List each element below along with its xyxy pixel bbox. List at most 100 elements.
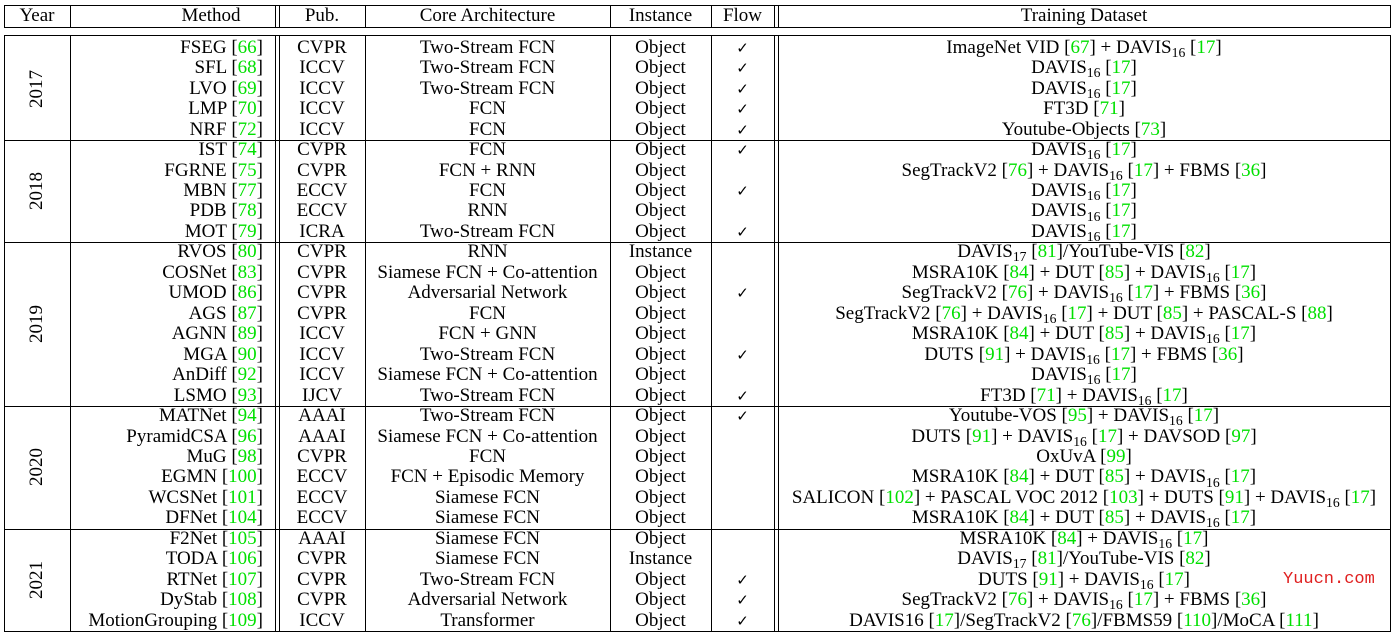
flow-checkmark-icon [711,365,774,385]
text-segment: ] + DAVIS [1057,568,1140,590]
venue-cell: CVPR [297,568,347,590]
citation-number: 106 [228,548,257,570]
text-segment: MSRA10K [ [911,466,1010,488]
text-segment: DAVIS [957,548,1013,570]
architecture-cell: FCN + GNN [438,323,537,345]
citation-number: 85 [1162,302,1182,324]
venue-cell: ECCV [296,180,348,202]
dataset-cell: MSRA10K [84] + DUT [85] + DAVIS16 [17] [778,507,1390,530]
text-segment: [ [1100,139,1112,161]
text-segment: LVO [ [189,77,238,99]
text-segment: WCSNet [ [148,486,229,508]
text-segment: DAVIS [1031,139,1087,161]
citation-number: 103 [1109,486,1138,508]
flow-checkmark-icon [711,427,774,447]
text-segment: ] [256,200,263,222]
venue-cell: ICCV [299,609,345,631]
flow-checkmark-icon: ✓ [736,345,749,364]
venue-cell: ICCV [299,118,345,140]
table-row: UMOD [86] CVPR Adversarial Network Object ✓ S… [0,282,1394,304]
citation-number: 83 [237,261,257,283]
architecture-cell: FCN + RNN [438,159,537,181]
vertical-rule [4,35,5,632]
text-segment: ] + PASCAL-S [ [1181,302,1308,324]
text-segment: ] [1212,405,1220,427]
citation-number: 36 [1218,343,1238,365]
text-segment: ] + DAVIS [1123,261,1207,283]
architecture-cell: Two-Stream FCN [419,384,556,406]
citation-number: 17 [1230,507,1250,529]
dataset-cell: OxUvA [99] [778,446,1390,467]
method-cell: MOT [79] [70,221,263,242]
architecture-cell: Adversarial Network [407,589,568,611]
text-segment: ] [256,425,263,447]
text-segment: ] [256,282,263,304]
text-segment: ] [1181,384,1188,406]
text-segment: ]/YouTube-VIS [ [1056,241,1186,263]
header-publication: Pub. [304,5,340,26]
vertical-rule [774,35,775,632]
vertical-rule [70,5,71,28]
instance-cell: Object [635,57,686,79]
method-cell: MotionGrouping [109] [70,609,263,631]
text-segment: DAVIS [1031,77,1087,99]
citation-number: 91 [1224,486,1244,508]
text-segment: [ [1219,507,1231,529]
text-segment: EGMN [ [161,466,229,488]
architecture-cell: Two-Stream FCN [419,77,556,99]
text-segment: ] + DAVIS [1089,36,1172,58]
vertical-rule [70,35,71,632]
text-segment: ] + FBMS [ [1152,589,1242,611]
citation-number: 71 [1036,384,1056,406]
table-row: SFL [68] ICCV Two-Stream FCN Object ✓ DAVIS16… [0,57,1394,79]
text-segment: ] [256,486,263,508]
text-segment: ] [1125,446,1132,467]
method-cell: TODA [106] [70,549,263,569]
vertical-rule [279,5,280,28]
text-segment: ] [256,36,263,58]
citation-number: 96 [237,425,257,447]
text-segment: ] + DAVIS [1026,159,1110,181]
architecture-cell: FCN [469,302,506,324]
venue-cell: ICCV [299,57,345,79]
citation-number: 69 [237,77,257,99]
architecture-cell: FCN [469,446,506,467]
citation-number: 82 [1185,241,1205,263]
method-cell: MBN [77] [70,180,263,201]
text-segment: ] [256,343,263,365]
text-segment: DAVIS [1031,180,1087,202]
text-segment: ] [1249,323,1257,345]
citation-number: 109 [228,609,257,631]
dataset-cell: DAVIS16 [17] [778,200,1390,223]
method-cell: EGMN [100] [70,467,263,487]
architecture-cell: Two-Stream FCN [419,57,556,79]
table-row: RTNet [107] CVPR Two-Stream FCN Object ✓ DUTS… [0,568,1394,591]
citation-number: 88 [1307,302,1327,324]
table-row: PDB [78] ECCV RNN Object DAVIS16 [17] [0,200,1394,223]
text-segment: [ [1100,200,1112,222]
dataset-cell: DAVIS16 [17]/SegTrackV2 [76]/FBMS59 [110… [778,610,1390,631]
method-cell: AGS [87] [70,303,263,324]
flow-checkmark-icon: ✓ [736,222,749,241]
instance-cell: Object [635,220,686,242]
header-instance: Instance [628,5,693,26]
text-segment: FGRNE [ [164,159,238,181]
text-segment: MotionGrouping [ [88,609,229,631]
venue-cell: ICCV [299,323,345,345]
architecture-cell: Two-Stream FCN [419,36,556,58]
text-segment: [ [1339,486,1351,508]
vertical-rule [610,35,611,632]
citation-number: 17 [1067,302,1087,324]
flow-checkmark-icon [711,508,774,528]
architecture-cell: Two-Stream FCN [419,568,556,590]
citation-number: 17 [1133,589,1153,611]
citation-number: 68 [237,57,257,79]
text-segment: ] [256,384,263,406]
venue-cell: CVPR [297,159,347,181]
horizontal-rule [4,35,1391,36]
header-dataset: Training Dataset [1020,5,1148,26]
text-segment: ] + DAVIS [1055,384,1138,406]
text-segment: ] [1260,589,1267,611]
citation-number: 36 [1241,589,1261,611]
text-segment: DAVIS [1031,220,1087,242]
